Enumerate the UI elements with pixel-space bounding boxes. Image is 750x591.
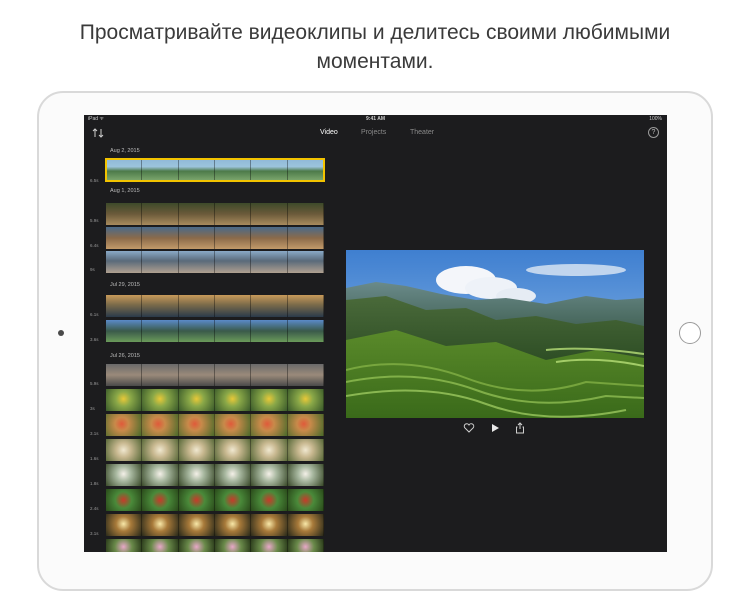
- tab-theater[interactable]: Theater: [410, 129, 434, 136]
- clip-duration: 3s: [90, 406, 95, 411]
- clip-thumbnail-strip[interactable]: [106, 514, 324, 536]
- clip-duration: 2.4s: [90, 506, 99, 511]
- clip-thumbnail-strip[interactable]: [106, 389, 324, 411]
- clip-thumbnail-strip[interactable]: [106, 203, 324, 225]
- clip-duration: 9s: [90, 267, 95, 272]
- imovie-screen: iPad ᯤ 9:41 AM 100% Video Projects Theat…: [84, 115, 667, 552]
- home-button[interactable]: [679, 322, 701, 344]
- headline-line-1: Просматривайте видеоклипы и делитесь сво…: [79, 21, 671, 44]
- status-time: 9:41 AM: [366, 116, 385, 122]
- clip-thumbnail-strip[interactable]: [106, 464, 324, 486]
- clip-thumbnail-strip[interactable]: [106, 364, 324, 386]
- video-preview[interactable]: [346, 250, 644, 418]
- clip-thumbnail-strip[interactable]: [106, 439, 324, 461]
- camera-icon: [58, 330, 64, 336]
- clip-thumbnail-strip[interactable]: [106, 539, 324, 552]
- clip-thumbnail-strip[interactable]: [106, 489, 324, 511]
- clip-duration: 3.1s: [90, 531, 99, 536]
- clip-thumbnail-strip[interactable]: [106, 295, 324, 317]
- clip-duration: 6.5s: [90, 178, 99, 183]
- play-icon[interactable]: [489, 422, 501, 434]
- clip-duration: 6.1s: [90, 312, 99, 317]
- status-bar: iPad ᯤ 9:41 AM 100%: [84, 115, 667, 123]
- help-circle-icon[interactable]: ?: [648, 127, 659, 138]
- date-header: Jul 29, 2015: [110, 282, 140, 288]
- tab-projects[interactable]: Projects: [361, 129, 386, 136]
- date-header: Aug 1, 2015: [110, 188, 140, 194]
- clip-browser: Aug 2, 2015 6.5s Aug 1, 2015 5.9s 6.4s 9…: [84, 145, 325, 552]
- clip-thumbnail-strip[interactable]: [106, 251, 324, 273]
- clip-thumbnail-strip[interactable]: [105, 158, 325, 182]
- heart-icon[interactable]: [463, 422, 475, 434]
- clip-duration: 6.4s: [90, 243, 99, 248]
- tab-video[interactable]: Video: [320, 129, 338, 136]
- headline-line-2: моментами.: [316, 50, 434, 73]
- clip-thumbnail-strip[interactable]: [106, 227, 324, 249]
- clip-duration: 3.6s: [90, 337, 99, 342]
- headline: Просматривайте видеоклипы и делитесь сво…: [0, 18, 750, 76]
- nav-bar: Video Projects Theater ?: [84, 123, 667, 145]
- clip-duration: 5.9s: [90, 381, 99, 386]
- clip-duration: 5.9s: [90, 218, 99, 223]
- date-header: Jul 26, 2015: [110, 353, 140, 359]
- date-header: Aug 2, 2015: [110, 148, 140, 154]
- clip-thumbnail-strip[interactable]: [106, 320, 324, 342]
- clip-duration: 1.8s: [90, 481, 99, 486]
- playback-controls: [84, 422, 667, 436]
- clip-duration: 1.6s: [90, 456, 99, 461]
- share-icon[interactable]: [514, 422, 526, 434]
- sort-arrows-icon[interactable]: [92, 127, 104, 139]
- status-battery: 100%: [649, 116, 662, 122]
